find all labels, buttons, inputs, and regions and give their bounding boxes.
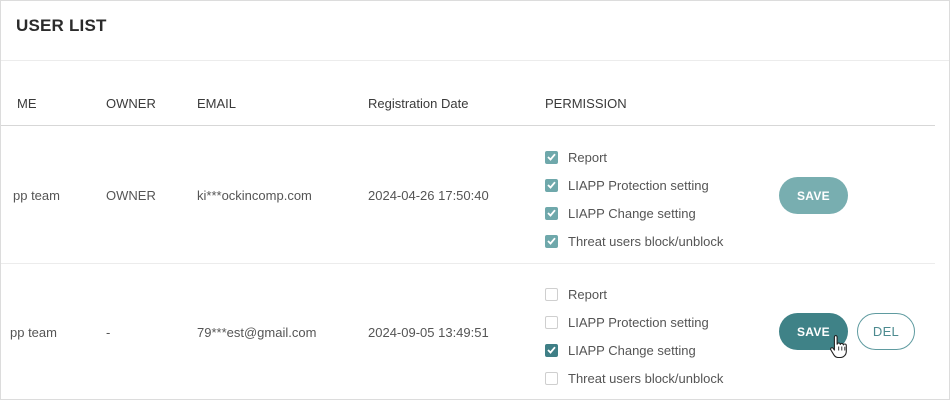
cell-registration-date: 2024-04-26 17:50:40 (368, 188, 489, 203)
delete-button[interactable]: DEL (857, 313, 915, 350)
cell-owner: OWNER (106, 188, 156, 203)
save-button[interactable]: SAVE (779, 177, 848, 214)
permission-label: Report (568, 286, 608, 302)
cell-registration-date: 2024-09-05 13:49:51 (368, 325, 489, 340)
permission-protection-checkbox[interactable]: LIAPP Protection setting (545, 312, 709, 332)
column-header-email: EMAIL (197, 96, 237, 111)
page-title: USER LIST (16, 16, 107, 35)
check-icon[interactable] (545, 150, 558, 164)
permission-protection-checkbox[interactable]: LIAPP Protection setting (545, 175, 709, 195)
checkbox-empty-icon[interactable] (545, 315, 558, 329)
permission-report-checkbox[interactable]: Report (545, 284, 607, 304)
permission-label: Report (568, 149, 608, 165)
cell-email: ki***ockincomp.com (197, 188, 312, 203)
check-icon[interactable] (545, 206, 558, 220)
column-header-permission: PERMISSION (545, 96, 627, 111)
permission-change-checkbox[interactable]: LIAPP Change setting (545, 203, 696, 223)
permission-label: LIAPP Protection setting (568, 177, 709, 193)
permission-change-checkbox[interactable]: LIAPP Change setting (545, 340, 696, 360)
cell-email: 79***est@gmail.com (197, 325, 317, 340)
check-icon[interactable] (545, 234, 558, 248)
row-divider (1, 263, 935, 264)
cell-owner: - (106, 325, 111, 340)
user-list-panel: USER LIST ME OWNER EMAIL Registration Da… (0, 0, 950, 400)
permission-threat-checkbox[interactable]: Threat users block/unblock (545, 368, 723, 388)
check-icon[interactable] (545, 343, 558, 357)
permission-label: LIAPP Change setting (568, 342, 696, 358)
column-header-name: ME (17, 96, 37, 111)
header-divider (1, 125, 935, 126)
checkbox-empty-icon[interactable] (545, 371, 558, 385)
permission-threat-checkbox[interactable]: Threat users block/unblock (545, 231, 723, 251)
cell-name: pp team (13, 188, 60, 203)
permission-label: Threat users block/unblock (568, 370, 724, 386)
title-divider (1, 60, 949, 61)
permission-label: LIAPP Protection setting (568, 314, 709, 330)
permission-label: Threat users block/unblock (568, 233, 724, 249)
column-header-owner: OWNER (106, 96, 156, 111)
check-icon[interactable] (545, 178, 558, 192)
checkbox-empty-icon[interactable] (545, 287, 558, 301)
permission-label: LIAPP Change setting (568, 205, 696, 221)
hand-pointer-icon (830, 334, 847, 358)
column-header-registration-date: Registration Date (368, 96, 469, 111)
cell-name: pp team (10, 325, 57, 340)
permission-report-checkbox[interactable]: Report (545, 147, 607, 167)
